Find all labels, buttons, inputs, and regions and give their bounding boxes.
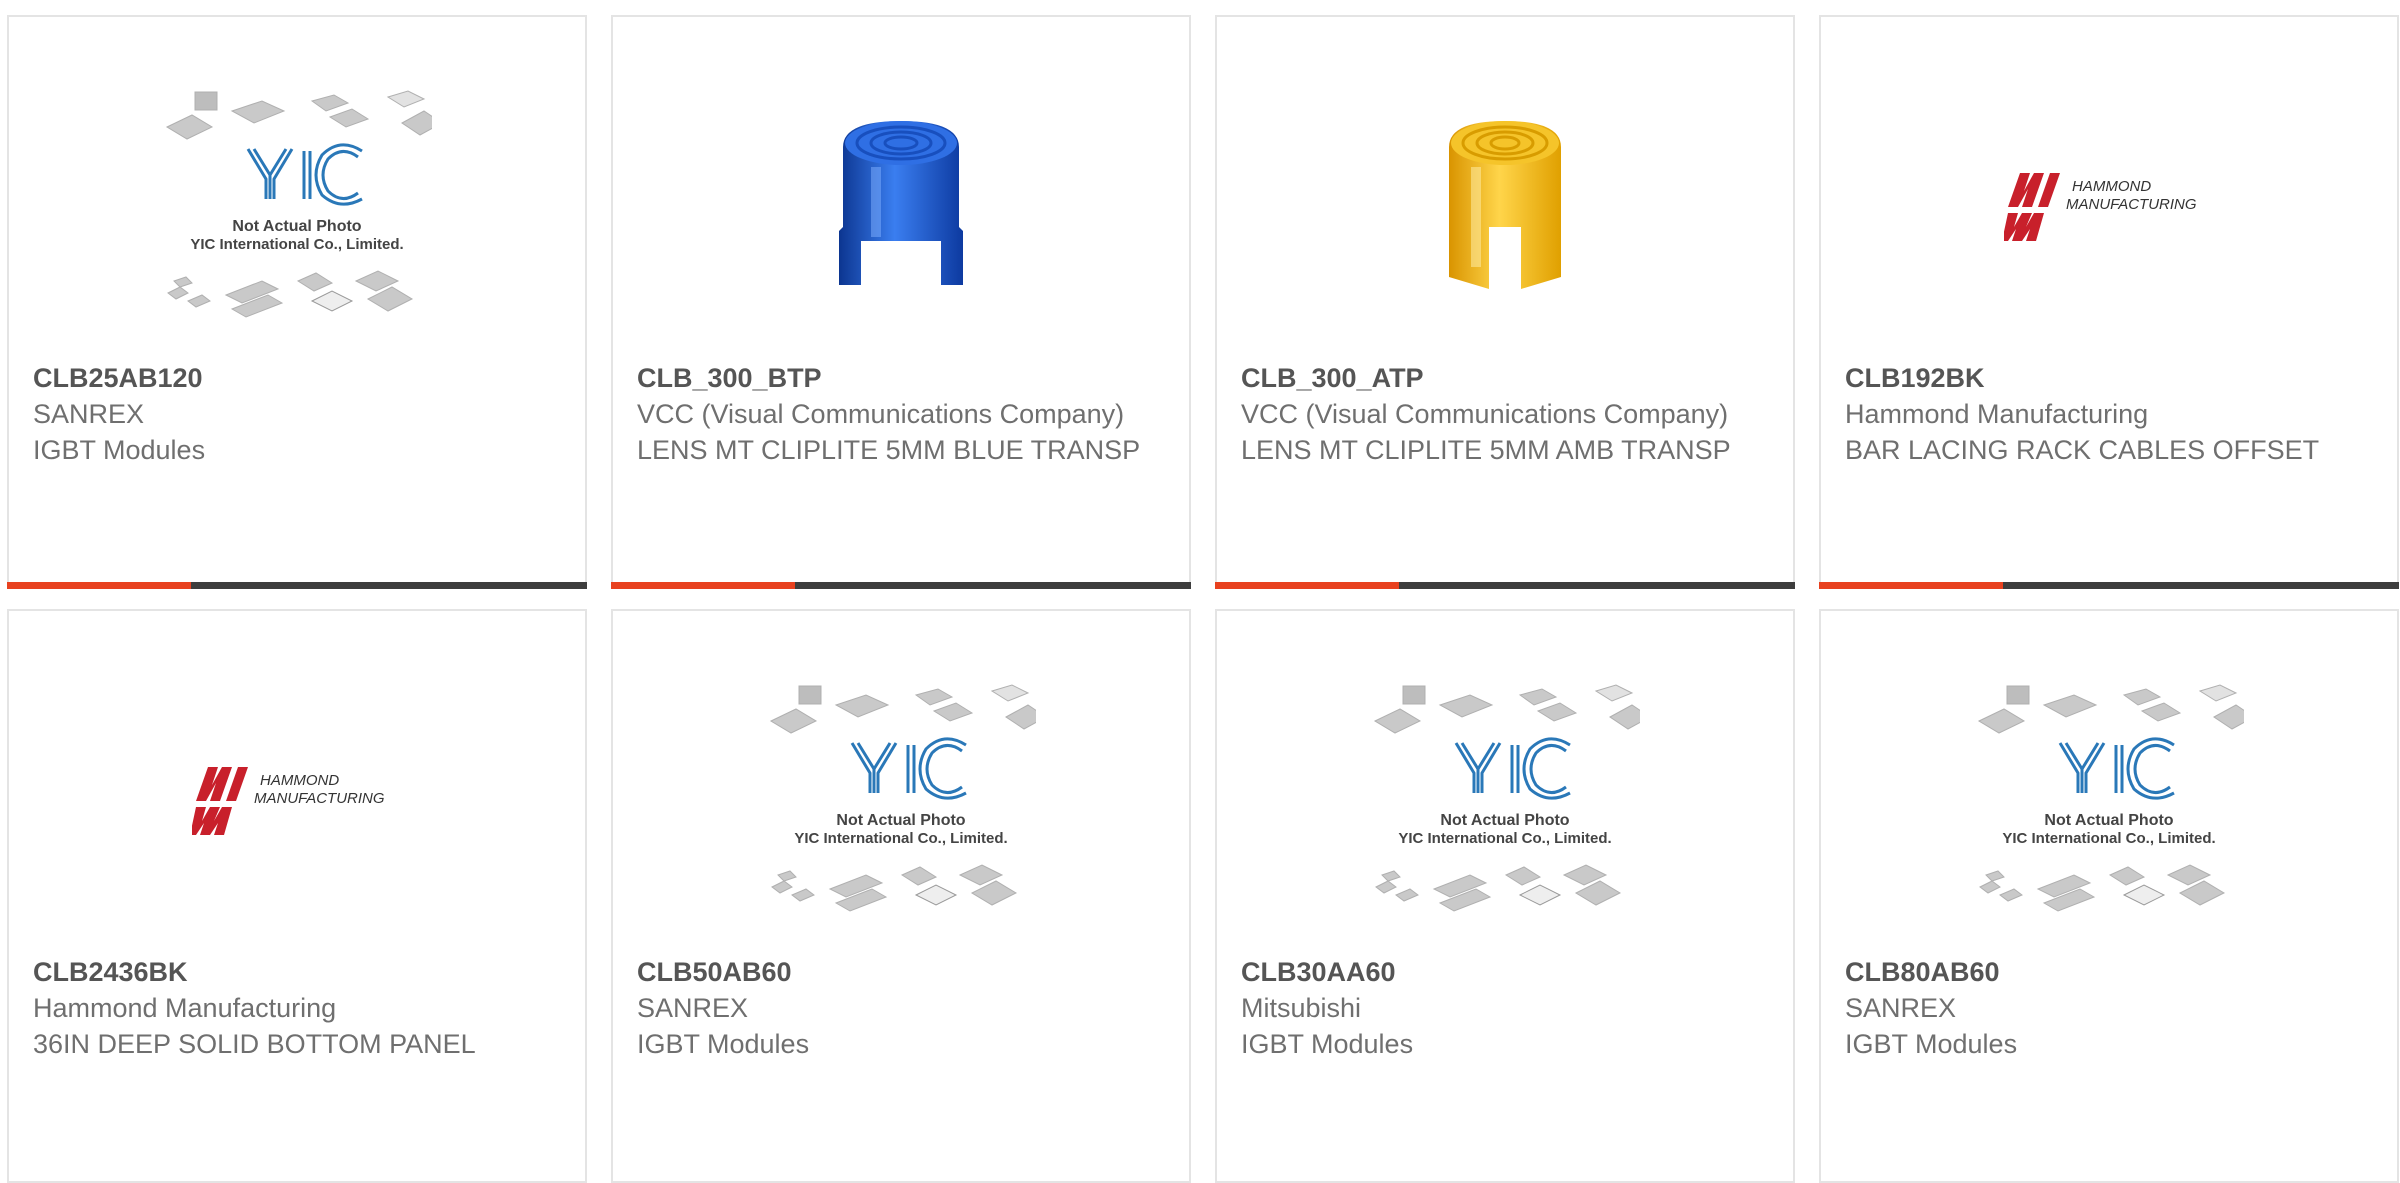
product-card[interactable]: Not Actual Photo YIC International Co., … <box>1819 609 2399 1183</box>
manufacturer: Mitsubishi <box>1241 993 1362 1023</box>
card-bottom-bar <box>1819 582 2399 589</box>
part-number-link[interactable]: CLB192BK <box>1845 360 2373 396</box>
description: IGBT Modules <box>1845 1029 2018 1059</box>
description: IGBT Modules <box>637 1029 810 1059</box>
part-number-link[interactable]: CLB25AB120 <box>33 360 561 396</box>
product-image[interactable] <box>613 57 1189 357</box>
not-actual-photo-image: Not Actual Photo YIC International Co., … <box>1373 684 1640 912</box>
product-card[interactable]: Not Actual Photo YIC International Co., … <box>7 15 587 589</box>
manufacturer: Hammond Manufacturing <box>1845 399 2149 429</box>
blue-lens-image <box>839 121 963 285</box>
product-image[interactable]: Not Actual Photo YIC International Co., … <box>1217 651 1793 951</box>
amber-lens-image <box>1449 121 1561 289</box>
product-text: CLB2436BK Hammond Manufacturing 36IN DEE… <box>33 954 561 1062</box>
card-bottom-bar <box>611 582 1191 589</box>
image-label: YIC International Co., Limited. <box>2002 830 2215 847</box>
manufacturer: SANREX <box>1845 993 1957 1023</box>
card-accent-bar <box>7 582 191 589</box>
part-number-link[interactable]: CLB_300_ATP <box>1241 360 1769 396</box>
product-text: CLB80AB60 SANREX IGBT Modules <box>1845 954 2373 1062</box>
part-number-link[interactable]: CLB80AB60 <box>1845 954 2373 990</box>
product-text: CLB192BK Hammond Manufacturing BAR LACIN… <box>1845 360 2373 468</box>
product-card[interactable]: CLB_300_ATP VCC (Visual Communications C… <box>1215 15 1795 589</box>
image-label: MANUFACTURING <box>254 790 385 807</box>
part-number-link[interactable]: CLB30AA60 <box>1241 954 1769 990</box>
description: BAR LACING RACK CABLES OFFSET <box>1845 435 2320 465</box>
description: LENS MT CLIPLITE 5MM AMB TRANSP <box>1241 435 1731 465</box>
product-text: CLB_300_BTP VCC (Visual Communications C… <box>637 360 1165 468</box>
image-label: HAMMOND <box>260 772 339 789</box>
image-label: HAMMOND <box>2072 178 2151 195</box>
image-label: YIC International Co., Limited. <box>1398 830 1611 847</box>
not-actual-photo-image: Not Actual Photo YIC International Co., … <box>1977 684 2244 912</box>
hammond-logo: HAMMOND MANUFACTURING <box>192 767 385 835</box>
image-label: Not Actual Photo <box>836 812 965 829</box>
description: IGBT Modules <box>1241 1029 1414 1059</box>
part-number-link[interactable]: CLB50AB60 <box>637 954 1165 990</box>
product-card[interactable]: Not Actual Photo YIC International Co., … <box>1215 609 1795 1183</box>
part-number-link[interactable]: CLB2436BK <box>33 954 561 990</box>
product-image[interactable] <box>1217 57 1793 357</box>
image-label: YIC International Co., Limited. <box>190 236 403 253</box>
not-actual-photo-image: Not Actual Photo YIC International Co., … <box>769 684 1036 912</box>
product-card[interactable]: CLB_300_BTP VCC (Visual Communications C… <box>611 15 1191 589</box>
product-card[interactable]: Not Actual Photo YIC International Co., … <box>611 609 1191 1183</box>
image-label: MANUFACTURING <box>2066 196 2197 213</box>
product-card[interactable]: HAMMOND MANUFACTURING CLB192BK Hammond M… <box>1819 15 2399 589</box>
card-accent-bar <box>1819 582 2003 589</box>
card-bottom-bar <box>7 582 587 589</box>
card-bottom-bar <box>1215 582 1795 589</box>
product-grid: Not Actual Photo YIC International Co., … <box>7 15 2399 1183</box>
product-text: CLB25AB120 SANREX IGBT Modules <box>33 360 561 468</box>
hammond-logo: HAMMOND MANUFACTURING <box>2004 173 2197 241</box>
image-label: Not Actual Photo <box>1440 812 1569 829</box>
manufacturer: SANREX <box>33 399 145 429</box>
description: IGBT Modules <box>33 435 206 465</box>
card-accent-bar <box>611 582 795 589</box>
manufacturer: SANREX <box>637 993 749 1023</box>
image-label: Not Actual Photo <box>2044 812 2173 829</box>
manufacturer: VCC (Visual Communications Company) <box>637 399 1125 429</box>
manufacturer: Hammond Manufacturing <box>33 993 337 1023</box>
product-image[interactable]: Not Actual Photo YIC International Co., … <box>613 651 1189 951</box>
product-image[interactable]: HAMMOND MANUFACTURING <box>1821 57 2397 357</box>
manufacturer: VCC (Visual Communications Company) <box>1241 399 1729 429</box>
product-image[interactable]: HAMMOND MANUFACTURING <box>9 651 585 951</box>
product-text: CLB30AA60 Mitsubishi IGBT Modules <box>1241 954 1769 1062</box>
image-label: YIC International Co., Limited. <box>794 830 1007 847</box>
card-accent-bar <box>1215 582 1399 589</box>
image-label: Not Actual Photo <box>232 218 361 235</box>
product-text: CLB_300_ATP VCC (Visual Communications C… <box>1241 360 1769 468</box>
product-card[interactable]: HAMMOND MANUFACTURING CLB2436BK Hammond … <box>7 609 587 1183</box>
not-actual-photo-image: Not Actual Photo YIC International Co., … <box>165 90 432 318</box>
product-image[interactable]: Not Actual Photo YIC International Co., … <box>1821 651 2397 951</box>
description: LENS MT CLIPLITE 5MM BLUE TRANSP <box>637 435 1141 465</box>
description: 36IN DEEP SOLID BOTTOM PANEL <box>33 1029 476 1059</box>
product-text: CLB50AB60 SANREX IGBT Modules <box>637 954 1165 1062</box>
part-number-link[interactable]: CLB_300_BTP <box>637 360 1165 396</box>
product-image[interactable]: Not Actual Photo YIC International Co., … <box>9 57 585 357</box>
